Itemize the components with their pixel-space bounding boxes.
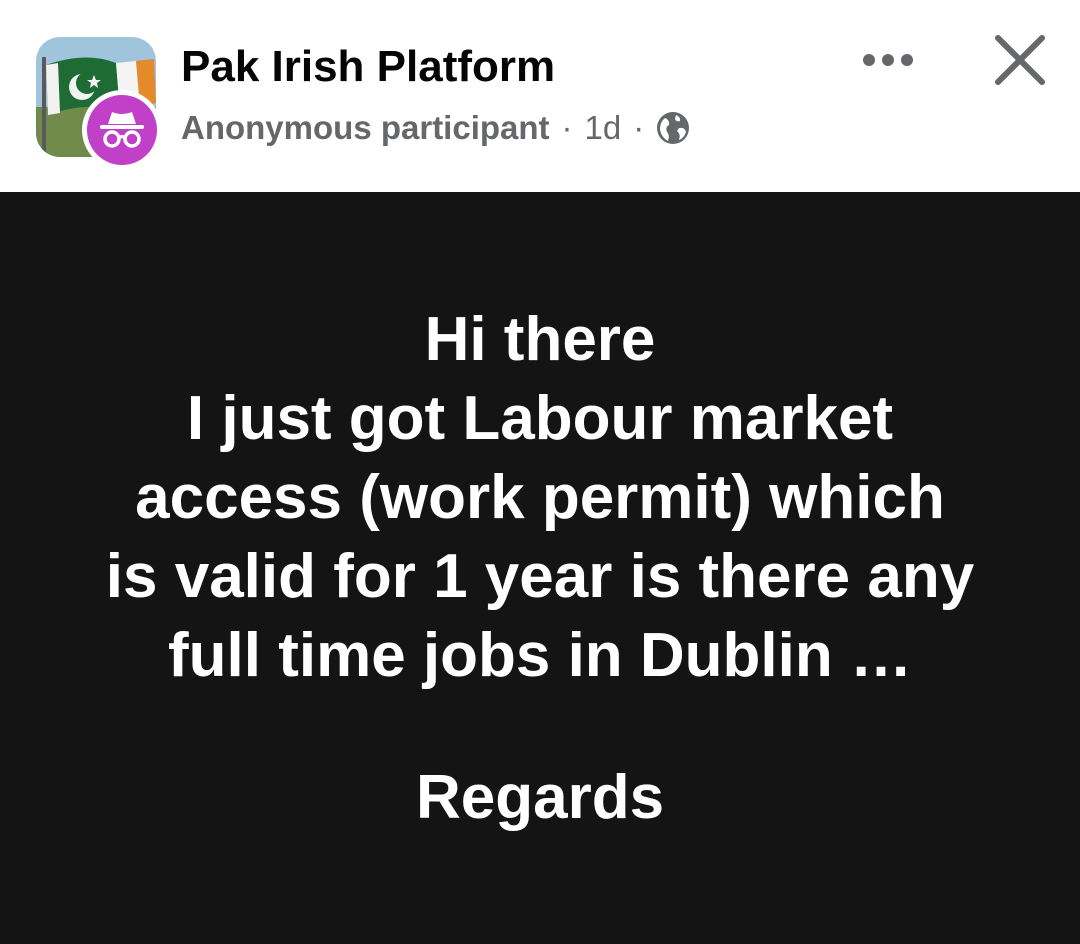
more-options-dot <box>901 54 913 66</box>
incognito-icon <box>100 112 144 148</box>
post-time[interactable]: 1d <box>585 109 622 147</box>
post-header: Pak Irish Platform Anonymous participant… <box>0 0 1080 192</box>
post-screen: Pak Irish Platform Anonymous participant… <box>0 0 1080 944</box>
post-meta: Anonymous participant · 1d · <box>181 108 690 148</box>
more-options-icon <box>863 54 875 66</box>
more-options-dot <box>882 54 894 66</box>
close-icon <box>995 35 1045 85</box>
anonymous-badge <box>82 90 162 170</box>
post-body: Hi there I just got Labour market access… <box>0 192 1080 944</box>
post-signoff: Regards <box>415 763 665 832</box>
globe-icon <box>656 111 690 145</box>
close-button[interactable] <box>990 30 1050 90</box>
more-options-button[interactable] <box>856 38 920 82</box>
meta-separator: · <box>561 109 573 146</box>
post-message: Hi there I just got Labour market access… <box>105 305 975 690</box>
author-name[interactable]: Anonymous participant <box>181 109 550 147</box>
group-name[interactable]: Pak Irish Platform <box>181 42 555 92</box>
meta-separator: · <box>633 109 645 146</box>
